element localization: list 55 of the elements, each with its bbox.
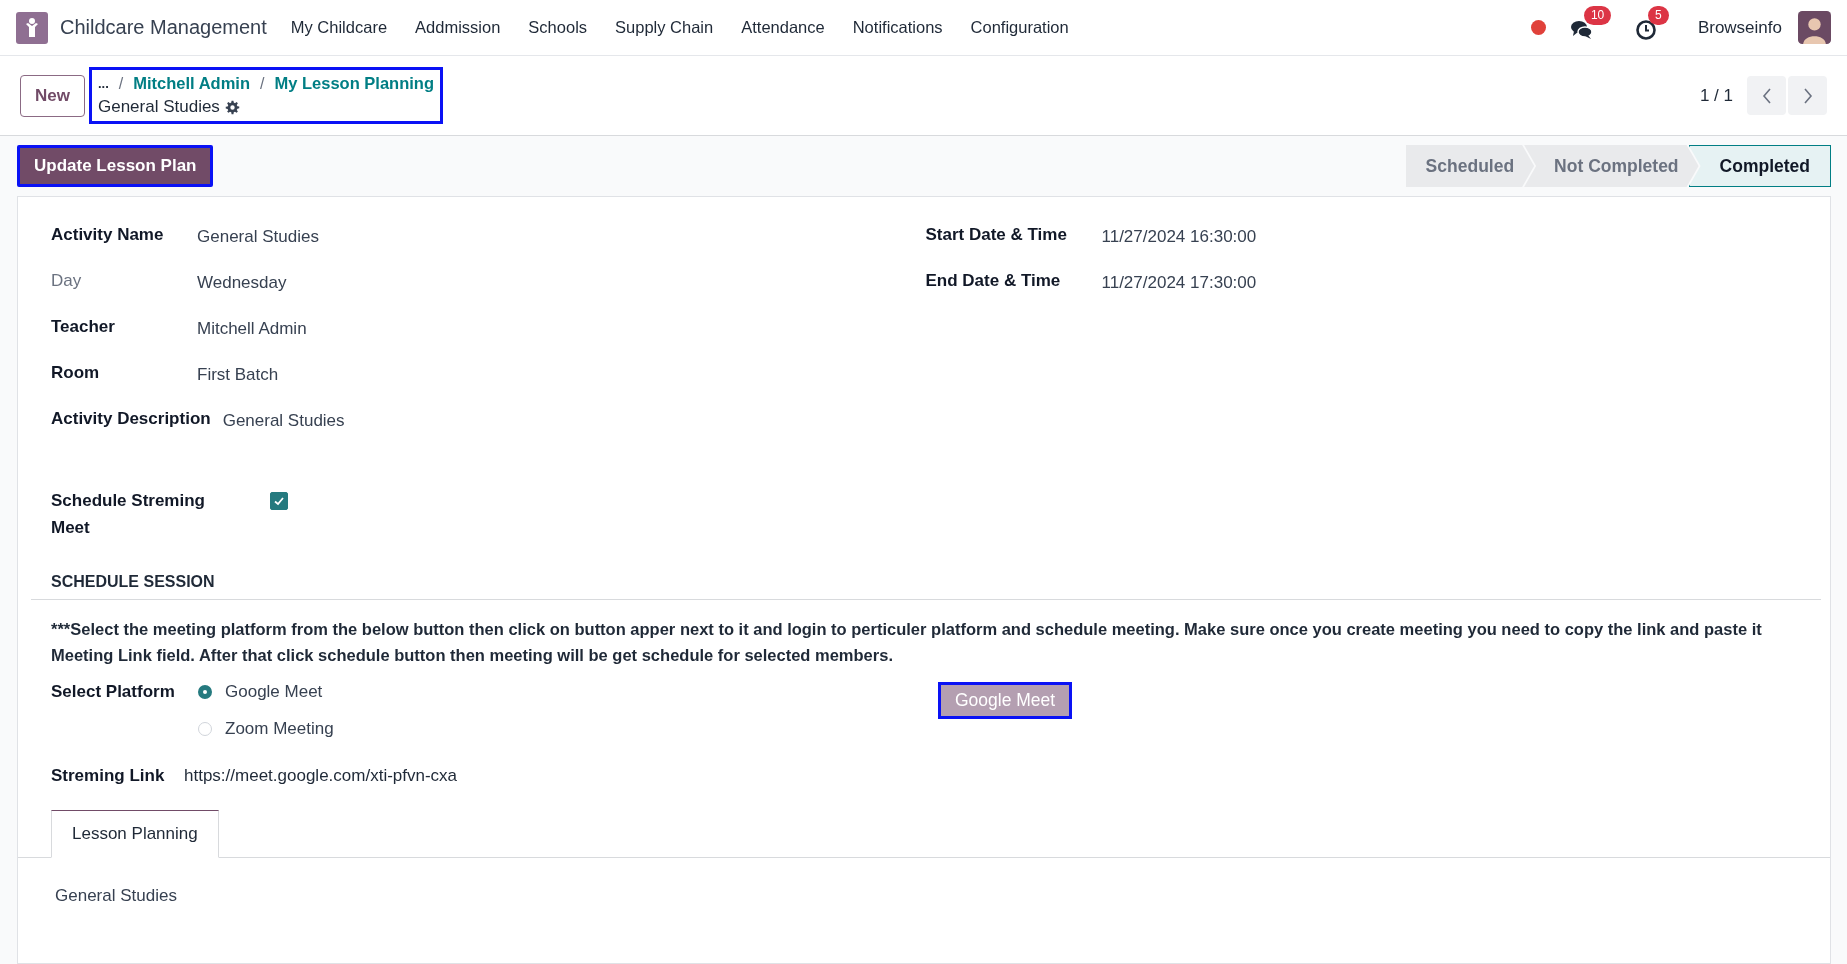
radio-label[interactable]: Zoom Meeting xyxy=(225,719,334,739)
menu-item[interactable]: Configuration xyxy=(956,18,1083,37)
menu-item[interactable]: Attendance xyxy=(727,18,839,37)
menu-item[interactable]: My Childcare xyxy=(276,18,402,37)
section-title: SCHEDULE SESSION xyxy=(31,573,1821,600)
checkbox[interactable] xyxy=(270,492,288,510)
new-button[interactable]: New xyxy=(20,74,85,117)
field-label: Room xyxy=(51,363,101,383)
breadcrumb-link[interactable]: Mitchell Admin xyxy=(133,74,250,93)
field-value: General Studies xyxy=(222,410,345,431)
chat-icon[interactable] xyxy=(1569,18,1594,41)
field-value: Wednesday xyxy=(197,272,287,293)
field-value: General Studies xyxy=(197,226,319,247)
update-lesson-plan-button[interactable]: Update Lesson Plan xyxy=(17,145,214,187)
breadcrumb-separator: / xyxy=(118,74,124,93)
avatar-icon[interactable] xyxy=(1798,11,1831,44)
app-logo-icon[interactable] xyxy=(16,11,48,44)
message-count-badge: 10 xyxy=(1583,5,1612,25)
menu-item[interactable]: Supply Chain xyxy=(601,18,728,37)
radio-label[interactable]: Google Meet xyxy=(225,682,323,702)
menu-item[interactable]: Notifications xyxy=(838,18,957,37)
field-label: Streming Link xyxy=(51,766,166,786)
field-label: Select Platform xyxy=(51,682,176,702)
field-value: https://meet.google.com/xti-pfvn-cxa xyxy=(184,766,458,786)
field-value: First Batch xyxy=(197,364,279,385)
status-stage-tab[interactable]: Completed xyxy=(1688,145,1831,187)
field-label: End Date & Time xyxy=(925,271,1062,291)
field-label: Activity Description xyxy=(51,409,212,429)
radio-button[interactable] xyxy=(198,685,212,699)
field-label: Activity Name xyxy=(51,225,165,245)
field-label: Schedule Streming Meet xyxy=(51,490,206,539)
status-dot-icon[interactable] xyxy=(1530,20,1546,35)
breadcrumb-link[interactable]: My Lesson Planning xyxy=(274,74,434,93)
menu-item[interactable]: Schools xyxy=(514,18,602,37)
field-value: 11/27/2024 16:30:00 xyxy=(1101,226,1257,247)
field-label: Day xyxy=(51,271,83,291)
menu-item[interactable]: Addmission xyxy=(401,18,515,37)
app-name[interactable]: Childcare Management xyxy=(60,16,267,39)
status-stage-tab[interactable]: Scheduled xyxy=(1405,145,1535,187)
breadcrumb-menu[interactable]: ... xyxy=(97,76,109,91)
user-name[interactable]: Browseinfo xyxy=(1697,17,1782,38)
instruction-text: ***Select the meeting platform from the below button then click on button apper next to it and login to perticuler platform and schedule meeting. Make sure once you create meeting you need to copy the link and paste it Meeting Link field. After that click schedule button then meeting will be get schedule for selected members. xyxy=(51,619,1763,666)
field-value: Mitchell Admin xyxy=(197,318,307,339)
pager-counter: 1 / 1 xyxy=(1699,85,1733,106)
activity-count-badge: 5 xyxy=(1647,5,1669,25)
settings-icon[interactable] xyxy=(224,99,240,115)
status-stage-tab[interactable]: Not Completed xyxy=(1524,145,1699,187)
notebook-tab[interactable]: Lesson Planning xyxy=(51,810,219,858)
field-value: 11/27/2024 17:30:00 xyxy=(1101,272,1257,293)
record-title: General Studies xyxy=(97,97,220,117)
tab-content-text: General Studies xyxy=(54,886,178,906)
clock-icon[interactable] xyxy=(1633,18,1658,41)
field-label: Teacher xyxy=(51,317,116,337)
breadcrumb-separator: / xyxy=(260,74,265,93)
field-label: Start Date & Time xyxy=(925,225,1068,245)
